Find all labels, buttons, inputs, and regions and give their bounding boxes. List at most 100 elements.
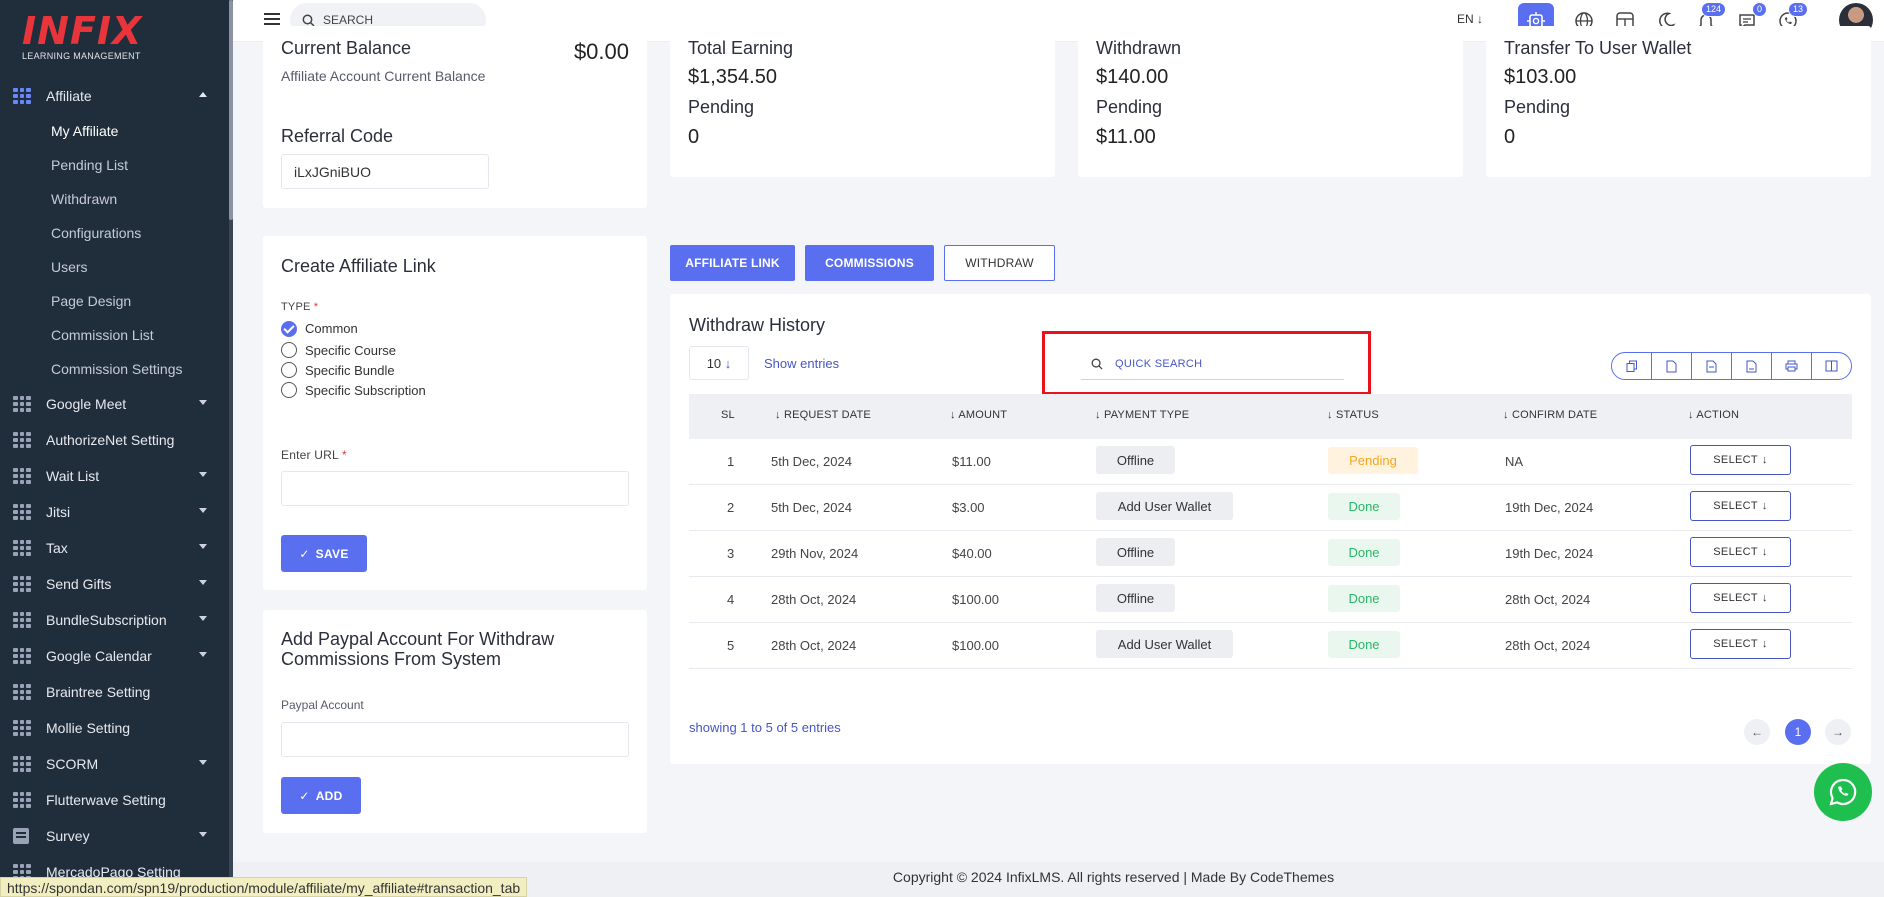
sidebar-item-braintree-setting[interactable]: Braintree Setting	[0, 674, 229, 710]
arrow-left-icon: ←	[1751, 725, 1763, 739]
search-input[interactable]	[323, 13, 473, 27]
column-header-payment-type[interactable]: ↓ PAYMENT TYPE	[1095, 409, 1189, 421]
column-header-label: REQUEST DATE	[783, 409, 871, 421]
add-button[interactable]: ✓ ADD	[281, 777, 361, 814]
tab-withdraw[interactable]: WITHDRAW	[944, 245, 1055, 281]
save-button-label: SAVE	[315, 546, 349, 561]
column-header-action[interactable]: ↓ ACTION	[1688, 409, 1739, 421]
column-header-status[interactable]: ↓ STATUS	[1327, 409, 1379, 421]
cell-amount: $3.00	[952, 500, 985, 515]
type-option-common[interactable]: Common	[281, 317, 426, 340]
radio-label: Specific Bundle	[305, 362, 395, 378]
chevron-down-icon	[199, 652, 207, 657]
menu-toggle-icon[interactable]	[264, 13, 280, 25]
sidebar-item-tax[interactable]: Tax	[0, 530, 229, 566]
logo[interactable]: INFIX LEARNING MANAGEMENT	[22, 12, 142, 61]
table-row: 4 28th Oct, 2024 $100.00 Offline Done 28th Oc…	[689, 577, 1852, 623]
radio-button[interactable]	[281, 342, 297, 358]
row-action-select-button[interactable]: SELECT ↓	[1690, 537, 1791, 567]
sidebar-item-survey[interactable]: Survey	[0, 818, 229, 854]
sidebar-item-mollie-setting[interactable]: Mollie Setting	[0, 710, 229, 746]
sidebar-item-jitsi[interactable]: Jitsi	[0, 494, 229, 530]
url-input[interactable]	[281, 471, 629, 506]
radio-button[interactable]	[281, 362, 297, 378]
type-option-specific-subscription[interactable]: Specific Subscription	[281, 380, 426, 400]
stat-pending-label: Pending	[1096, 97, 1163, 117]
select-button-label: SELECT	[1713, 638, 1758, 650]
sidebar-item-wait-list[interactable]: Wait List	[0, 458, 229, 494]
sidebar-subitem-configurations[interactable]: Configurations	[0, 216, 229, 250]
radio-button[interactable]	[281, 320, 297, 337]
referral-code-field[interactable]: iLxJGniBUO	[281, 154, 489, 189]
sidebar-item-affiliate[interactable]: Affiliate	[0, 78, 229, 114]
row-action-select-button[interactable]: SELECT ↓	[1690, 491, 1791, 521]
type-option-specific-bundle[interactable]: Specific Bundle	[281, 360, 426, 380]
sidebar-scrollbar[interactable]	[229, 0, 233, 897]
row-action-select-button[interactable]: SELECT ↓	[1690, 445, 1791, 475]
pdf-file-icon[interactable]	[1732, 353, 1772, 379]
sidebar-item-authorizenet-setting[interactable]: AuthorizeNet Setting	[0, 422, 229, 458]
language-label: EN	[1457, 12, 1474, 26]
sidebar-subitem-commission-settings[interactable]: Commission Settings	[0, 352, 229, 386]
chevron-down-icon	[199, 544, 207, 549]
search-icon	[302, 14, 315, 27]
next-page-button[interactable]: →	[1825, 719, 1851, 745]
column-header-request-date[interactable]: ↓ REQUEST DATE	[775, 409, 871, 421]
cell-sl: 3	[727, 546, 735, 561]
whatsapp-chat-button[interactable]	[1814, 763, 1872, 821]
column-header-sl[interactable]: SL	[721, 409, 735, 421]
cell-confirm-date: 28th Oct, 2024	[1505, 592, 1591, 607]
sidebar-item-scorm[interactable]: SCORM	[0, 746, 229, 782]
sidebar-subitem-users[interactable]: Users	[0, 250, 229, 284]
cell-sl: 1	[727, 454, 735, 469]
type-option-specific-course[interactable]: Specific Course	[281, 340, 426, 360]
table-row: 3 29th Nov, 2024 $40.00 Offline Done 19th Dec…	[689, 531, 1852, 577]
column-header-amount[interactable]: ↓ AMOUNT	[950, 409, 1007, 421]
sidebar-subitem-my-affiliate[interactable]: My Affiliate	[0, 114, 229, 148]
sidebar-item-bundlesubscription[interactable]: BundleSubscription	[0, 602, 229, 638]
sidebar-subitem-pending-list[interactable]: Pending List	[0, 148, 229, 182]
column-header-confirm-date[interactable]: ↓ CONFIRM DATE	[1503, 409, 1597, 421]
sidebar-menu: Affiliate My Affiliate Pending List Withdra…	[0, 78, 229, 890]
csv-file-icon[interactable]	[1652, 353, 1692, 379]
select-button-label: SELECT	[1713, 546, 1758, 558]
sidebar: INFIX LEARNING MANAGEMENT Affiliate My Af…	[0, 0, 233, 897]
grid-icon	[13, 468, 31, 484]
create-link-title: Create Affiliate Link	[281, 256, 436, 276]
page-size-select[interactable]: 10 ↓	[689, 346, 749, 380]
grid-icon	[13, 756, 31, 772]
logo-subtitle: LEARNING MANAGEMENT	[22, 51, 141, 61]
chevron-down-icon	[199, 832, 207, 837]
print-icon[interactable]	[1772, 353, 1812, 379]
cell-request-date: 5th Dec, 2024	[771, 454, 852, 469]
page-button-current[interactable]: 1	[1785, 719, 1811, 745]
columns-icon[interactable]	[1812, 353, 1851, 379]
sidebar-item-flutterwave-setting[interactable]: Flutterwave Setting	[0, 782, 229, 818]
tab-affiliate-link[interactable]: AFFILIATE LINK	[670, 245, 795, 281]
paypal-account-input[interactable]	[281, 722, 629, 757]
sidebar-item-send-gifts[interactable]: Send Gifts	[0, 566, 229, 602]
sidebar-subitem-commission-list[interactable]: Commission List	[0, 318, 229, 352]
row-action-select-button[interactable]: SELECT ↓	[1690, 583, 1791, 613]
paypal-title: Add Paypal Account For Withdraw Commissi…	[281, 629, 555, 669]
sidebar-item-google-meet[interactable]: Google Meet	[0, 386, 229, 422]
language-select[interactable]: EN ↓	[1457, 12, 1483, 26]
grid-icon	[13, 540, 31, 556]
sidebar-item-google-calendar[interactable]: Google Calendar	[0, 638, 229, 674]
current-balance-amount: $0.00	[573, 39, 629, 64]
sidebar-subitem-withdrawn[interactable]: Withdrawn	[0, 182, 229, 216]
row-action-select-button[interactable]: SELECT ↓	[1690, 629, 1791, 659]
copy-icon[interactable]	[1612, 353, 1652, 379]
save-button[interactable]: ✓ SAVE	[281, 535, 367, 572]
type-label-text: TYPE	[281, 301, 311, 313]
stat-pending-label: Pending	[688, 97, 755, 117]
select-button-label: SELECT	[1713, 500, 1758, 512]
url-label-text: Enter URL	[281, 448, 339, 462]
prev-page-button[interactable]: ←	[1744, 719, 1770, 745]
radio-button[interactable]	[281, 382, 297, 398]
sidebar-subitem-page-design[interactable]: Page Design	[0, 284, 229, 318]
chevron-down-icon	[199, 400, 207, 405]
excel-file-icon[interactable]	[1692, 353, 1732, 379]
tab-commissions[interactable]: COMMISSIONS	[805, 245, 934, 281]
grid-icon	[13, 88, 31, 104]
